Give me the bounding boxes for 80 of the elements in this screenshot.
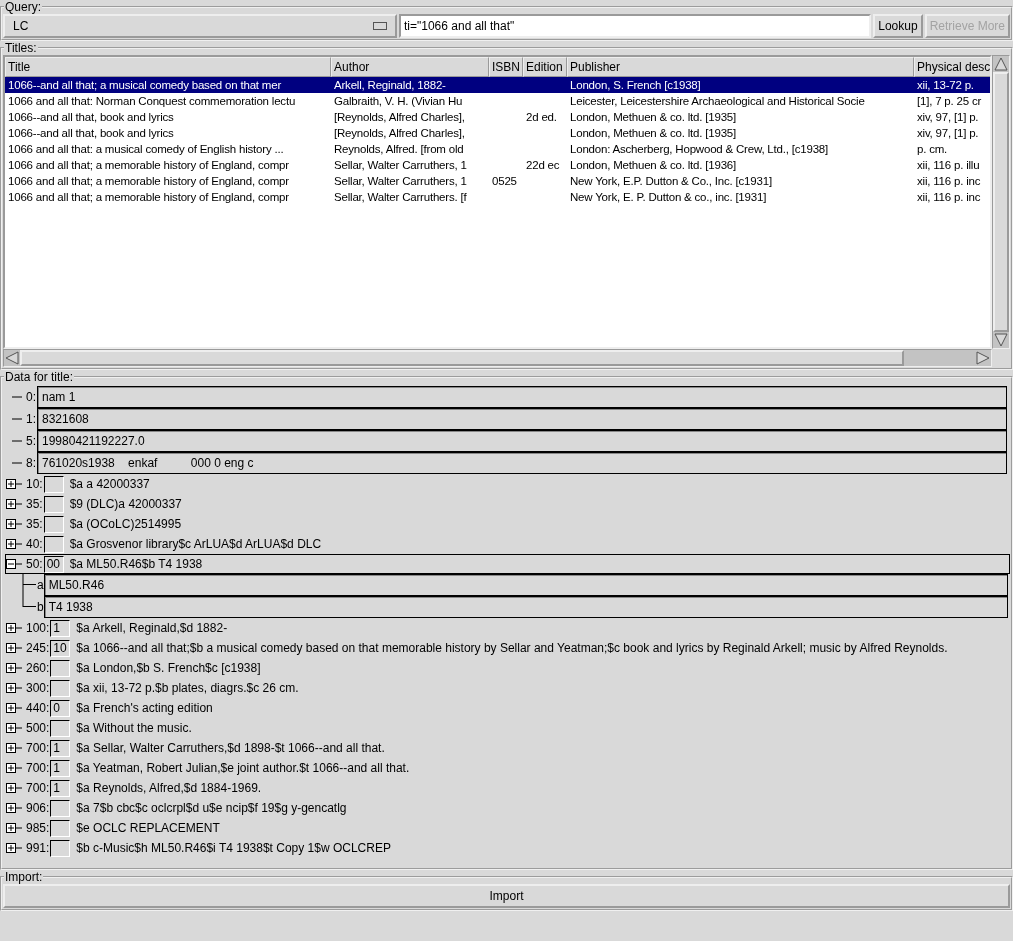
indicator-field[interactable]: 1 [50,759,71,777]
field-tag: 5: [26,434,37,448]
group-label: Titles: [4,41,38,55]
field-tag: 700: [26,761,51,775]
subfield-code: b [37,600,44,614]
field-value: $a Reynolds, Alfred,$d 1884-1969. [76,781,262,795]
indicator-field[interactable] [50,799,71,817]
menu-indicator-icon [373,22,387,30]
field-tag: 906: [26,801,51,815]
indicator-field[interactable] [50,679,71,697]
query-button[interactable]: Lookup [873,14,923,38]
indicator-field[interactable]: 10 [50,639,71,657]
indicator-field[interactable] [50,819,71,837]
field-value[interactable]: nam 1 [37,386,1007,408]
field-value: $9 (DLC)a 42000337 [69,497,182,511]
field-value: $e OCLC REPLACEMENT [76,821,220,835]
field-value[interactable]: 8321608 [37,408,1007,430]
indicator-field[interactable]: 0 [50,699,71,717]
field-tag: 35: [26,497,44,511]
field-tag: 440: [26,701,51,715]
field-value: $a (OCoLC)2514995 [69,517,182,531]
field-tag: 100: [26,621,51,635]
field-tag: 700: [26,781,51,795]
field-tag: 0: [26,390,37,404]
field-tag: 991: [26,841,51,855]
indicator-field[interactable] [50,719,71,737]
field-value: $a 7$b cbc$c oclcrpl$d u$e ncip$f 19$g y-gencatlg [76,801,347,815]
field-tag: 35: [26,517,44,531]
indicator-field[interactable]: 1 [50,779,71,797]
field-value: $a Without the music. [76,721,192,735]
field-tag: 8: [26,456,37,470]
column-header[interactable]: ISBN [489,57,523,77]
column-header[interactable]: Author [331,57,489,77]
field-value[interactable]: 761020s1938 enkaf 000 0 eng c [37,452,1007,474]
subfield-code: a [37,578,44,592]
group-label: Query: [4,0,42,14]
field-tag: 260: [26,661,51,675]
field-value: $b c-Music$h ML50.R46$i T4 1938$t Copy 1$w OCLCREP [76,841,391,855]
subfield-value[interactable]: ML50.R46 [43,574,1008,596]
field-tag: 40: [26,537,44,551]
field-value: $a Yeatman, Robert Julian,$e joint author.$t 1066--and all that. [76,761,410,775]
field-tag: 50: [26,557,44,571]
horizontal-scrollbar[interactable] [3,349,992,367]
field-tag: 245: [26,641,51,655]
indicator-field[interactable] [50,659,71,677]
group-label: Import: [4,870,44,884]
field-value[interactable]: 19980421192227.0 [37,430,1007,452]
field-value: $a ML50.R46$b T4 1938 [69,557,203,571]
indicator-field[interactable] [43,475,64,493]
title-row[interactable]: 1066--and all that; a musical comedy based on that mer Arkell, Reginald, 1882- London, S. French [c1938] xii, 13-72 p. [5,77,990,93]
query-field[interactable]: ti="1066 and all that" [399,14,872,38]
indicator-field[interactable] [43,535,64,553]
field-tag: 1: [26,412,37,426]
column-header[interactable]: Title [5,57,331,77]
field-value: $a a 42000337 [69,477,150,491]
indicator-field[interactable] [43,495,64,513]
field-value: $a Sellar, Walter Carruthers,$d 1898-$t 1066--and all that. [76,741,385,755]
field-tag: 300: [26,681,51,695]
field-value: $a Grosvenor library$c ArLUA$d ArLUA$d DLC [69,537,322,551]
field-tag: 985: [26,821,51,835]
field-value: $a Arkell, Reginald,$d 1882- [76,621,228,635]
indicator-field[interactable]: 1 [50,619,71,637]
field-value: $a 1066--and all that;$b a musical comedy based on that memorable history by Sellar and Yeatman;$c book and lyrics by Reginald Arkell; music by Alfred Reynolds. [76,641,948,655]
vertical-scrollbar[interactable] [992,55,1010,349]
import-button[interactable]: Import [3,884,1010,908]
field-tag: 700: [26,741,51,755]
column-header[interactable]: Edition [523,57,567,77]
indicator-field[interactable]: 00 [43,555,64,573]
source-menu[interactable]: LC [3,14,397,38]
field-tag: 500: [26,721,51,735]
subfield-value[interactable]: T4 1938 [43,596,1008,618]
field-value: $a xii, 13-72 p.$b plates, diagrs.$c 26 cm. [76,681,299,695]
indicator-field[interactable] [43,515,64,533]
group-label: Data for title: [4,370,75,384]
column-header[interactable]: Publisher [567,57,914,77]
field-value: $a London,$b S. French$c [c1938] [76,661,261,675]
indicator-field[interactable] [50,839,71,857]
indicator-field[interactable]: 1 [50,739,71,757]
field-tag: 10: [26,477,44,491]
field-value: $a French's acting edition [76,701,213,715]
